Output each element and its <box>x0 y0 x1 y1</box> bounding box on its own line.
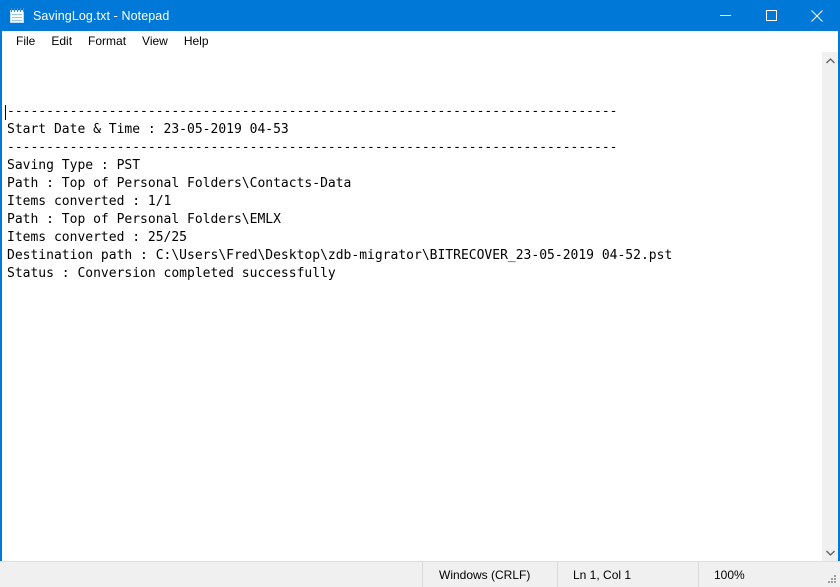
minimize-button[interactable] <box>702 0 748 31</box>
scroll-up-button[interactable] <box>822 52 839 69</box>
menu-item-file[interactable]: File <box>8 32 43 51</box>
text-editor[interactable]: ----------------------------------------… <box>2 52 821 561</box>
menu-bar: File Edit Format View Help <box>2 31 838 52</box>
menu-item-edit[interactable]: Edit <box>43 32 80 51</box>
status-zoom-level: 100% <box>698 562 840 587</box>
notepad-icon <box>9 7 25 24</box>
status-bar: Windows (CRLF) Ln 1, Col 1 100% <box>0 561 840 587</box>
close-button[interactable] <box>794 0 840 31</box>
minimize-icon <box>719 15 731 16</box>
text-caret <box>5 105 6 120</box>
menu-item-view[interactable]: View <box>134 32 176 51</box>
resize-grip-icon[interactable] <box>827 574 837 584</box>
status-blank-cell <box>2 562 422 587</box>
maximize-icon <box>765 10 777 21</box>
status-cursor-position: Ln 1, Col 1 <box>557 562 698 587</box>
status-line-ending: Windows (CRLF) <box>422 562 557 587</box>
window-controls <box>702 0 840 31</box>
menu-item-format[interactable]: Format <box>80 32 134 51</box>
maximize-button[interactable] <box>748 0 794 31</box>
vertical-scrollbar[interactable] <box>821 52 838 561</box>
scroll-down-button[interactable] <box>822 544 839 561</box>
log-text: ----------------------------------------… <box>7 104 673 281</box>
title-bar[interactable]: SavingLog.txt - Notepad <box>0 0 840 31</box>
editor-region: ----------------------------------------… <box>2 52 838 561</box>
scrollbar-track[interactable] <box>821 69 838 544</box>
scroll-up-icon <box>825 57 835 63</box>
menu-item-help[interactable]: Help <box>176 32 217 51</box>
close-icon <box>811 9 823 22</box>
notepad-window: SavingLog.txt - Notepad File Edit Format… <box>0 0 840 587</box>
scroll-down-icon <box>825 550 835 556</box>
window-title: SavingLog.txt - Notepad <box>33 8 170 23</box>
